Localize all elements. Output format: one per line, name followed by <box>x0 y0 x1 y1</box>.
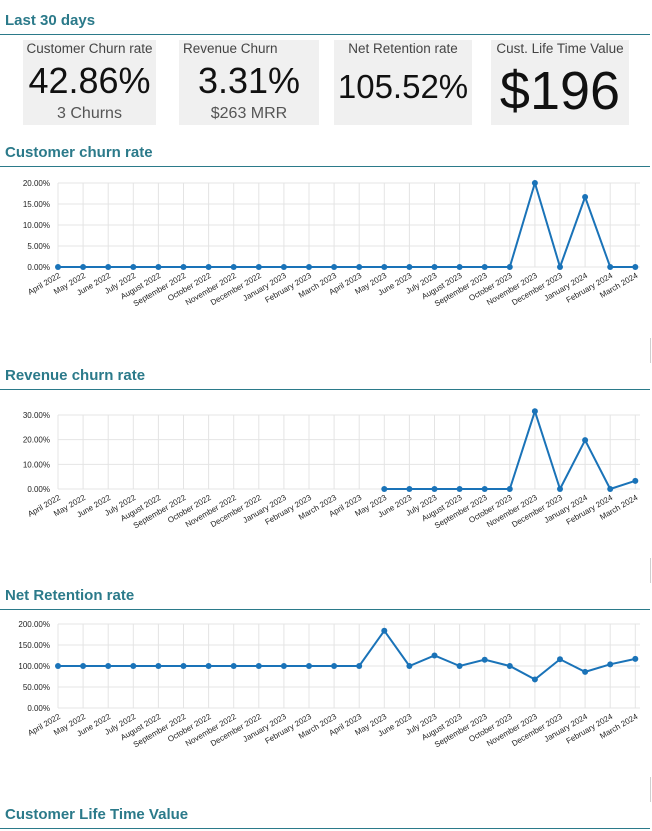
y-tick-label: 20.00% <box>23 436 50 445</box>
data-point <box>506 663 513 669</box>
data-point <box>506 486 513 492</box>
y-tick-label: 100.00% <box>18 662 50 671</box>
kpi-ltv-card: Cust. Life Time Value $196 <box>491 40 629 125</box>
y-tick-label: 0.00% <box>27 263 50 272</box>
data-point <box>155 264 162 270</box>
data-point <box>456 663 463 669</box>
data-point <box>557 264 563 270</box>
y-tick-label: 150.00% <box>18 641 50 650</box>
data-point <box>280 264 287 270</box>
data-point <box>155 663 162 669</box>
y-tick-label: 10.00% <box>23 221 50 230</box>
y-tick-label: 30.00% <box>23 411 50 420</box>
data-point <box>481 656 488 663</box>
data-point <box>456 486 463 492</box>
section-title-text: Last 30 days <box>5 12 96 29</box>
data-point <box>80 264 87 270</box>
data-point <box>531 408 538 415</box>
data-point <box>130 663 137 669</box>
data-point <box>306 663 312 669</box>
data-point <box>80 663 87 669</box>
data-point <box>632 655 639 662</box>
data-point <box>406 663 413 669</box>
data-point <box>456 264 463 270</box>
data-point <box>557 486 563 492</box>
data-point <box>557 656 563 663</box>
y-tick-label: 20.00% <box>23 179 50 188</box>
customer-churn-chart: 0.00%5.00%10.00%15.00%20.00%April 2022Ma… <box>23 179 640 308</box>
data-point <box>230 264 237 270</box>
data-point <box>582 668 589 675</box>
kpi-value: 105.52% <box>337 68 469 105</box>
data-point <box>582 437 589 444</box>
kpi-subvalue: 3 Churns <box>57 105 122 122</box>
revenue-churn-chart: 0.00%10.00%20.00%30.00%April 2022May 202… <box>23 408 640 530</box>
y-tick-label: 10.00% <box>23 460 50 469</box>
data-point <box>431 486 438 492</box>
y-tick-label: 5.00% <box>27 242 50 251</box>
data-point <box>531 676 538 683</box>
section-title-customer-churn: Customer churn rate <box>0 140 650 167</box>
data-point <box>356 264 363 270</box>
data-point <box>180 663 187 669</box>
data-point <box>381 264 388 270</box>
net-retention-chart: 0.00%50.00%100.00%150.00%200.00%April 20… <box>18 620 640 749</box>
data-point <box>255 264 262 270</box>
data-point <box>356 663 363 669</box>
data-point <box>607 661 614 668</box>
kpi-value: 42.86% <box>28 60 151 101</box>
section-title-revenue-churn: Revenue churn rate <box>0 363 650 390</box>
kpi-customer-churn-card: Customer Churn rate 42.86% 3 Churns <box>23 40 156 125</box>
kpi-net-retention-card: Net Retention rate 105.52% <box>334 40 472 125</box>
data-point <box>531 180 538 186</box>
data-point <box>607 486 614 492</box>
data-point <box>280 663 287 669</box>
section-title-text: Revenue churn rate <box>5 367 146 384</box>
data-point <box>105 264 112 270</box>
data-point <box>406 486 413 492</box>
data-point <box>331 264 338 270</box>
data-point <box>55 663 61 669</box>
data-point <box>481 264 488 270</box>
data-point <box>105 663 112 669</box>
data-point <box>582 193 589 200</box>
section-title-text: Customer churn rate <box>5 144 153 161</box>
data-point <box>381 486 388 492</box>
data-point <box>506 264 513 270</box>
section-title-text: Customer Life Time Value <box>5 806 189 823</box>
data-point <box>481 486 488 492</box>
y-tick-label: 0.00% <box>27 485 50 494</box>
series-line <box>58 628 636 681</box>
data-point <box>230 663 237 669</box>
kpi-label: Net Retention rate <box>348 41 458 56</box>
data-point <box>632 477 639 484</box>
y-tick-label: 15.00% <box>23 200 50 209</box>
kpi-label: Revenue Churn <box>183 41 278 56</box>
kpi-label: Cust. Life Time Value <box>496 41 624 56</box>
kpi-value: $196 <box>499 61 621 121</box>
y-tick-label: 200.00% <box>18 620 50 629</box>
data-point <box>205 264 212 270</box>
data-point <box>431 652 438 659</box>
data-point <box>130 264 137 270</box>
data-point <box>381 627 388 634</box>
data-point <box>255 663 262 669</box>
data-point <box>306 264 312 270</box>
section-title-last-30-days: Last 30 days <box>0 8 650 35</box>
y-tick-label: 50.00% <box>23 683 50 692</box>
data-point <box>180 264 187 270</box>
kpi-revenue-churn-card: Revenue Churn 3.31% $263 MRR <box>179 40 319 125</box>
data-point <box>331 663 338 669</box>
data-point <box>632 264 639 270</box>
y-tick-label: 0.00% <box>27 704 50 713</box>
kpi-subvalue: $263 MRR <box>210 105 288 122</box>
data-point <box>205 663 212 669</box>
kpi-label: Customer Churn rate <box>26 41 153 56</box>
data-point <box>607 264 614 270</box>
kpi-value: 3.31% <box>197 60 301 101</box>
data-point <box>406 264 413 270</box>
data-point <box>431 264 438 270</box>
data-point <box>55 264 61 270</box>
